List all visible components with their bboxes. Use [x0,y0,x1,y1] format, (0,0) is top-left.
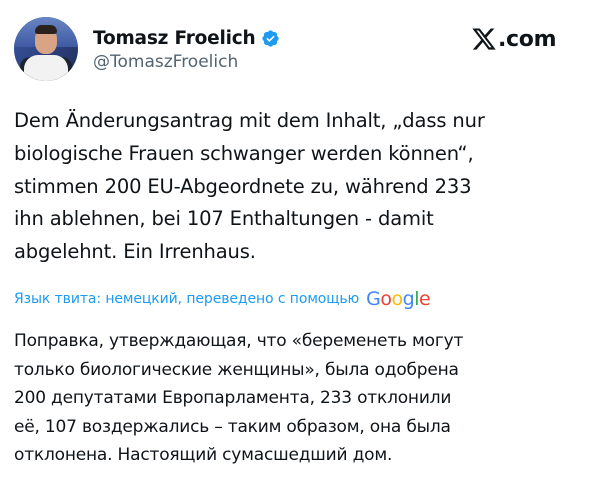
brand-domain-text: .com [498,26,557,52]
tweet-text-line: biologische Frauen schwanger werden könn… [14,141,474,165]
translated-text-line: только биологические женщины», была одоб… [14,359,459,380]
translated-text-line: 200 депутатами Европарламента, 233 откло… [14,388,452,409]
translated-text-line: отклонена. Настоящий сумасшедший дом. [14,445,393,466]
verified-badge-icon [261,29,279,47]
translated-text-line: её, 107 воздержались – таким образом, он… [14,416,451,437]
tweet-text: Dem Änderungsantrag mit dem Inhalt, „das… [14,105,584,269]
tweet-card: Tomasz Froelich @TomaszFroelich .com Dem… [0,0,589,499]
author-display-name[interactable]: Tomasz Froelich [93,28,256,49]
x-logo-icon [472,28,496,50]
google-letter: G [366,288,381,310]
google-letter: o [380,288,392,310]
tweet-text-line: Dem Änderungsantrag mit dem Inhalt, „das… [14,109,485,132]
tweet-text-line: ihn ablehnen, bei 107 Enthaltungen - dam… [14,207,434,231]
translation-notice[interactable]: Язык твита: немецкий, переведено с помощ… [14,286,431,312]
translation-notice-label[interactable]: Язык твита: немецкий, переведено с помощ… [14,291,359,307]
tweet-text-line: abgelehnt. Ein Irrenhaus. [14,240,256,264]
google-letter: g [402,288,415,310]
google-letter: e [419,288,431,310]
tweet-text-line: stimmen 200 EU-Abgeordnete zu, während 2… [14,174,472,198]
author-handle[interactable]: @TomaszFroelich [93,52,238,72]
author-avatar[interactable] [14,17,78,81]
author-name-row: Tomasz Froelich [93,25,280,51]
google-logo: Google [366,288,431,310]
x-brand: .com [471,24,557,54]
translated-text-line: Поправка, утверждающая, что «беременеть … [14,331,464,351]
translated-text: Поправка, утверждающая, что «беременеть … [14,327,584,470]
google-letter: o [391,288,404,310]
